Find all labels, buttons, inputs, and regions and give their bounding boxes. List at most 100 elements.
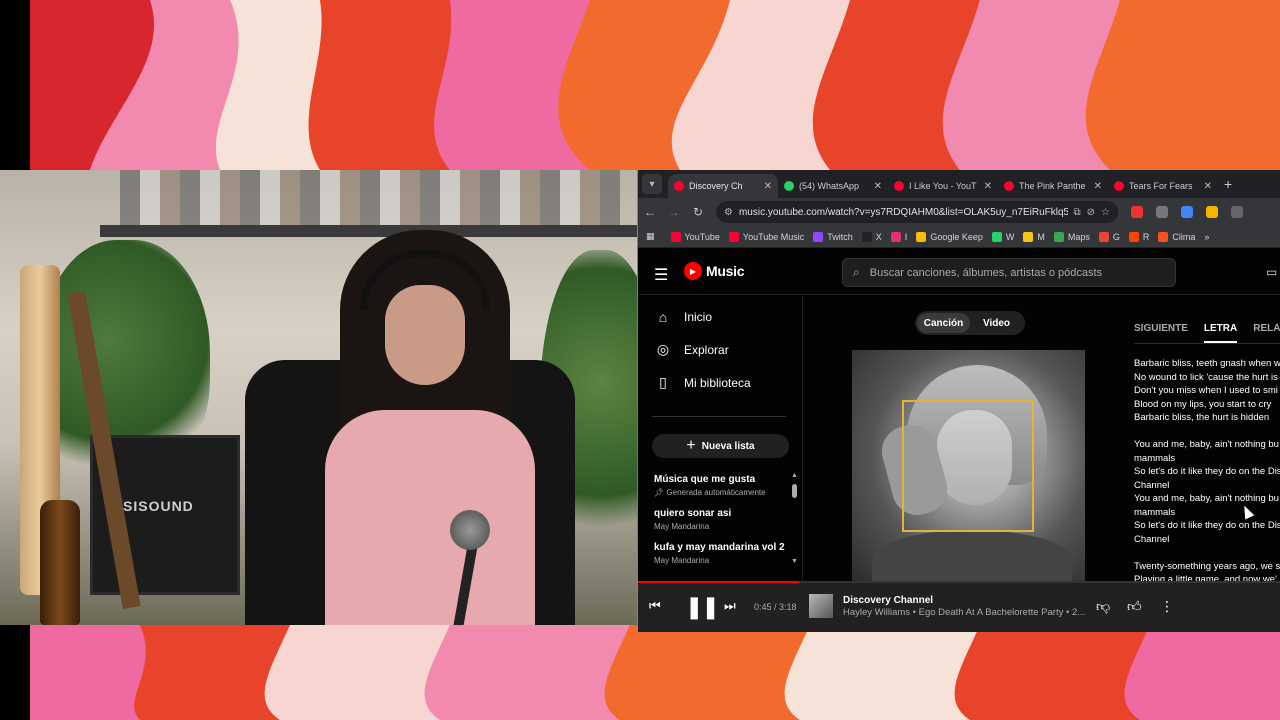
bookmark-favicon-icon bbox=[1098, 231, 1109, 242]
playlist-item[interactable]: quiero sonar asi May Mandarina bbox=[654, 508, 794, 531]
tab-search-icon[interactable]: ▾ bbox=[642, 174, 662, 194]
menu-icon[interactable]: ☰ bbox=[654, 265, 668, 285]
pause-icon[interactable]: ❚❚ bbox=[685, 594, 720, 620]
browser-tab[interactable]: Tears For Fears ✕ bbox=[1108, 174, 1218, 198]
toggle-video[interactable]: Video bbox=[970, 313, 1023, 333]
install-icon[interactable]: ⧉ bbox=[1074, 207, 1081, 218]
more-options-icon[interactable]: ⋮ bbox=[1160, 598, 1174, 615]
playlist-title: quiero sonar asi bbox=[654, 508, 732, 519]
ytmusic-logo[interactable]: ▶ Music bbox=[684, 262, 744, 280]
scroll-up-icon[interactable]: ▲ bbox=[791, 472, 798, 479]
shelf-items bbox=[120, 170, 620, 225]
song-title[interactable]: Discovery Channel bbox=[843, 595, 933, 606]
browser-tab[interactable]: (54) WhatsApp ✕ bbox=[778, 174, 888, 198]
sidebar-item-explorar[interactable]: ◎ Explorar bbox=[638, 333, 802, 366]
bookmark-label: G bbox=[1112, 231, 1120, 242]
playlist-item[interactable]: Música que me gusta 📌︎ Generada automátic… bbox=[654, 474, 794, 497]
bookmark-item[interactable]: R bbox=[1128, 231, 1149, 242]
bottle bbox=[40, 500, 80, 625]
lyrics-gap bbox=[1134, 425, 1280, 439]
tab-close-icon[interactable]: ✕ bbox=[1204, 181, 1212, 192]
lyric-line: Barbaric bliss, teeth gnash when w bbox=[1134, 358, 1280, 369]
browser-tab[interactable]: Discovery Ch ✕ bbox=[668, 174, 778, 198]
new-playlist-label: Nueva lista bbox=[701, 440, 755, 452]
bookmark-item[interactable]: YouTube bbox=[670, 231, 720, 242]
extensions-puzzle-icon[interactable] bbox=[1231, 206, 1243, 218]
like-icon[interactable]: 👍︎ bbox=[1127, 598, 1142, 615]
extension-icon[interactable] bbox=[1206, 206, 1218, 218]
abp-extension-icon[interactable] bbox=[1131, 206, 1143, 218]
next-icon[interactable]: ⏭ bbox=[724, 598, 736, 614]
forward-icon[interactable]: → bbox=[662, 205, 686, 219]
back-icon[interactable]: ← bbox=[638, 205, 662, 219]
site-info-icon[interactable]: ⚙ bbox=[724, 207, 733, 218]
reload-icon[interactable]: ↻ bbox=[686, 205, 710, 219]
song-subtitle[interactable]: Hayley Williams • Ego Death At A Bachelo… bbox=[843, 607, 1087, 618]
ytmusic-header: ☰ ▶ Music ⌕ Buscar canciones, álbumes, a… bbox=[638, 249, 1280, 295]
bookmark-label: YouTube Music bbox=[742, 231, 805, 242]
tab-siguiente[interactable]: SIGUIENTE bbox=[1134, 316, 1188, 343]
tab-close-icon[interactable]: ✕ bbox=[764, 181, 772, 192]
url-field[interactable]: ⚙ music.youtube.com/watch?v=ys7RDQIAHM0&… bbox=[716, 201, 1118, 223]
hide-icon[interactable]: ⊘ bbox=[1087, 207, 1095, 218]
cast-icon[interactable]: ▭ bbox=[1266, 265, 1277, 279]
sidebar-item-label: Inicio bbox=[684, 309, 713, 324]
play-logo-icon: ▶ bbox=[684, 262, 702, 280]
pin-icon: 📌︎ bbox=[654, 488, 667, 497]
bookmark-item[interactable]: G bbox=[1098, 231, 1120, 242]
new-tab-icon[interactable]: + bbox=[1224, 176, 1232, 192]
bookmarks-bar: ▦ YouTube YouTube Music Twitch X I Google Kee… bbox=[638, 226, 1280, 248]
playlist-item[interactable]: kufa y may mandarina vol 2 May Mandarina bbox=[654, 542, 794, 565]
lyric-line: Don't you miss when I used to smi bbox=[1134, 385, 1278, 396]
bookmark-item[interactable]: W bbox=[991, 231, 1015, 242]
tab-strip: ▾ Discovery Ch ✕ (54) WhatsApp ✕ I Like You … bbox=[638, 170, 1280, 198]
tab-label: Tears For Fears bbox=[1129, 181, 1193, 191]
bookmark-favicon-icon bbox=[890, 231, 901, 242]
logo-text: Music bbox=[706, 263, 745, 279]
bookmark-item[interactable]: YouTube Music bbox=[728, 231, 805, 242]
tab-favicon-icon bbox=[784, 181, 794, 191]
bookmark-item[interactable]: Maps bbox=[1053, 231, 1090, 242]
bookmark-label: W bbox=[1005, 231, 1015, 242]
toggle-song[interactable]: Canción bbox=[917, 313, 970, 333]
playlist-subtitle-text: May Mandarina bbox=[654, 556, 710, 565]
lyric-line: Channel bbox=[1134, 479, 1170, 491]
tab-close-icon[interactable]: ✕ bbox=[874, 181, 882, 192]
bookmark-label: Twitch bbox=[827, 231, 853, 242]
bookmark-item[interactable]: M bbox=[1023, 231, 1045, 242]
apps-icon[interactable]: ▦ bbox=[646, 231, 655, 242]
bookmark-item[interactable]: Google Keep bbox=[916, 231, 983, 242]
tab-favicon-icon bbox=[1114, 181, 1124, 191]
extension-icon[interactable] bbox=[1156, 206, 1168, 218]
sidebar-item-mi-biblioteca[interactable]: ▯ Mi biblioteca bbox=[638, 366, 802, 399]
lyrics-tabs: SIGUIENTE LETRA RELA bbox=[1134, 316, 1280, 344]
extension-icon[interactable] bbox=[1181, 206, 1193, 218]
bookmark-item[interactable]: Clima bbox=[1158, 231, 1195, 242]
album-artwork bbox=[852, 350, 1085, 583]
lyrics-panel: Barbaric bliss, teeth gnash when w No wou… bbox=[1134, 357, 1280, 587]
scrollbar-thumb[interactable] bbox=[792, 484, 797, 498]
tab-close-icon[interactable]: ✕ bbox=[984, 181, 992, 192]
bookmark-item[interactable]: Twitch bbox=[813, 231, 853, 242]
sidebar-item-inicio[interactable]: ⌂ Inicio bbox=[638, 300, 802, 333]
tab-letra[interactable]: LETRA bbox=[1203, 316, 1238, 343]
bookmark-item[interactable]: X bbox=[861, 231, 882, 242]
bookmark-star-icon[interactable]: ☆ bbox=[1101, 207, 1110, 218]
tab-close-icon[interactable]: ✕ bbox=[1094, 181, 1102, 192]
browser-tab[interactable]: The Pink Panthe ✕ bbox=[998, 174, 1108, 198]
new-playlist-button[interactable]: + Nueva lista bbox=[652, 434, 789, 458]
more-bookmarks-icon[interactable]: » bbox=[1204, 232, 1209, 242]
search-input[interactable]: ⌕ Buscar canciones, álbumes, artistas o … bbox=[842, 258, 1176, 287]
previous-icon[interactable]: ⏮ bbox=[649, 598, 661, 614]
bookmark-label: M bbox=[1037, 231, 1045, 242]
dislike-icon[interactable]: 👎︎ bbox=[1096, 598, 1110, 615]
bookmark-favicon-icon bbox=[1053, 231, 1064, 242]
song-thumbnail[interactable] bbox=[809, 594, 833, 618]
tab-rela[interactable]: RELA bbox=[1253, 316, 1280, 343]
address-bar: ← → ↻ ⚙ music.youtube.com/watch?v=ys7RDQ… bbox=[638, 198, 1280, 226]
browser-tab[interactable]: I Like You - YouT ✕ bbox=[888, 174, 998, 198]
bookmark-label: Google Keep bbox=[930, 231, 983, 242]
bookmark-favicon-icon bbox=[670, 231, 681, 242]
scroll-down-icon[interactable]: ▼ bbox=[791, 558, 798, 565]
bookmark-item[interactable]: I bbox=[890, 231, 907, 242]
